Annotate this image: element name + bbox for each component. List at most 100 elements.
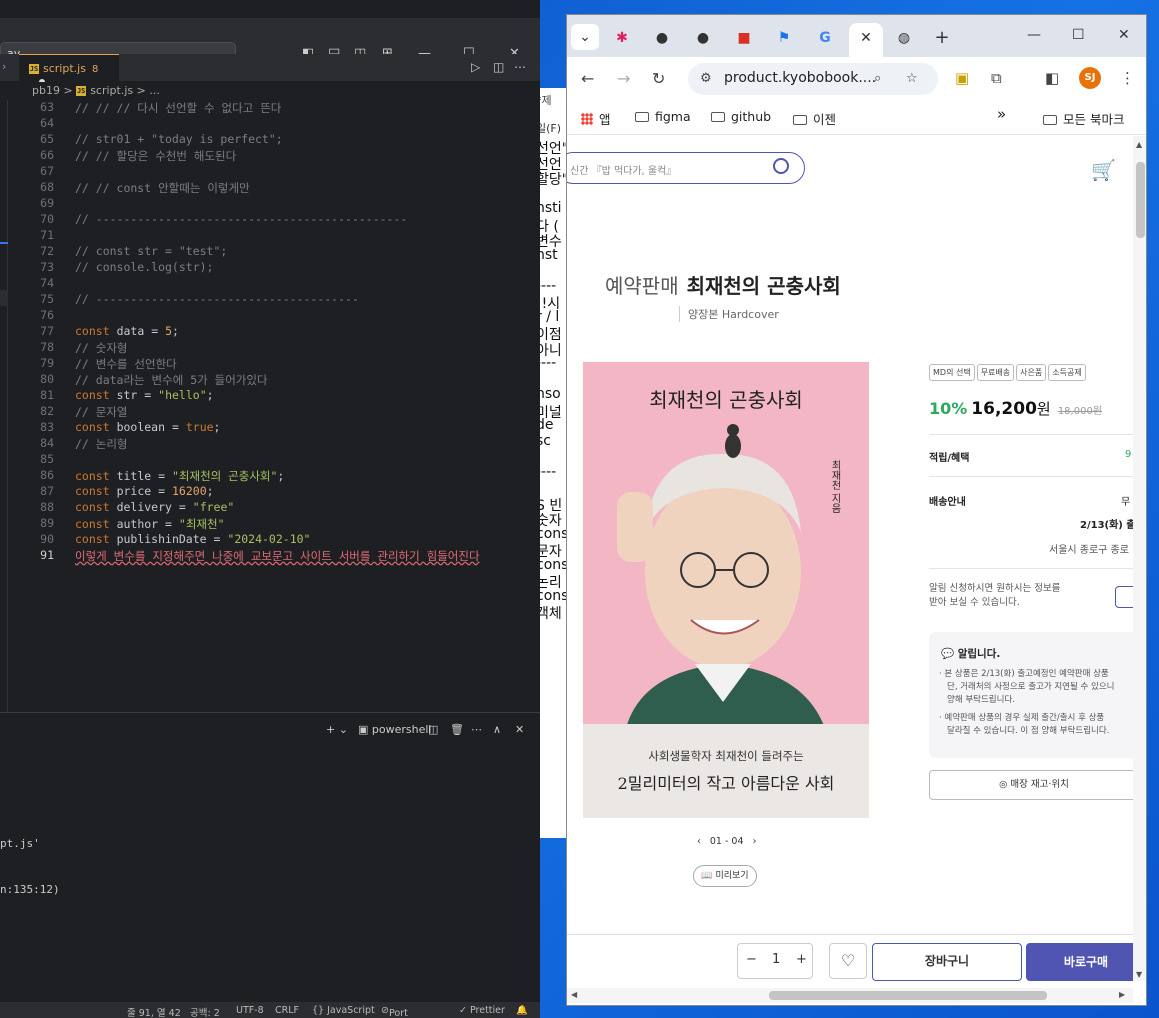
notepad-line: de (540, 417, 554, 433)
notice-box: 💬 알립니다. · 본 상품은 2/13(화) 출고예정인 예약판매 상품 단,… (929, 632, 1133, 758)
wishlist-heart-icon[interactable]: ♡ (829, 943, 867, 979)
notepad-menu[interactable]: 일(F) (540, 120, 561, 136)
buy-now-button[interactable]: 바로구매 (1026, 943, 1133, 981)
all-bookmarks[interactable]: 모든 북마크 (1043, 109, 1124, 128)
tab-slack-icon[interactable]: ✱ (607, 25, 637, 51)
scroll-up-icon[interactable]: ▲ (1136, 140, 1142, 149)
back-icon[interactable]: ← (581, 69, 594, 88)
scroll-left-icon[interactable]: ◀ (571, 990, 577, 999)
horizontal-scrollbar[interactable]: ◀ ▶ (567, 988, 1133, 1003)
prev-image-icon[interactable]: ‹ (697, 836, 701, 847)
code-line: 85 (40, 452, 54, 466)
vertical-scrollbar[interactable]: ▲ ▼ (1133, 136, 1146, 981)
notice-item: 단, 거래처의 사정으로 출고가 지연될 수 있으니 (947, 682, 1115, 692)
reload-icon[interactable]: ↻ (652, 69, 665, 88)
scroll-right-icon[interactable]: ▶ (1119, 990, 1125, 999)
alarm-bell-button[interactable] (1115, 586, 1133, 608)
close-panel-icon[interactable]: ✕ (515, 723, 524, 736)
side-panel-icon[interactable]: ◧ (1045, 69, 1059, 87)
kill-terminal-icon[interactable]: 🗑 (450, 723, 464, 736)
breadcrumb-file[interactable]: script.js (90, 84, 133, 97)
notice-item: · 예약판매 상품의 경우 실제 출간/출시 후 상품 (939, 713, 1105, 723)
minus-icon[interactable]: − (746, 952, 757, 967)
delivery-address[interactable]: 서울시 종로구 종로 (1049, 541, 1129, 556)
terminal-output-line: pt.js' (0, 837, 40, 850)
code-line: 64 (40, 116, 54, 130)
price-row: 10% 16,200원 18,000원 (929, 398, 1102, 419)
extension-icon[interactable]: ▣ (955, 69, 969, 87)
tab-close-icon[interactable]: ✕ (849, 23, 883, 57)
run-icon[interactable]: ▷ (471, 60, 480, 74)
status-prettier[interactable]: ✓ Prettier (459, 1005, 505, 1016)
status-live-server-port[interactable]: ⊘ Port : 5500 (381, 1005, 408, 1018)
split-terminal-icon[interactable]: ◫ (428, 723, 438, 736)
badge: 무료배송 (976, 364, 1015, 381)
status-language[interactable]: {} JavaScript (312, 1005, 375, 1016)
book-cover-image[interactable]: 최재천의 곤충사회 최재천 지음 사회생물학자 최재천이 들려주는 2밀리미터의… (583, 362, 869, 818)
bookmark-figma[interactable]: figma (635, 109, 691, 124)
badge: 사은품 (1016, 364, 1047, 381)
new-terminal-icon[interactable]: + ⌄ (326, 723, 348, 736)
cart-icon[interactable]: 🛒 (1091, 158, 1116, 182)
scrollbar-thumb[interactable] (1136, 162, 1145, 238)
store-stock-button[interactable]: ◎ 매장 재고·위치 (929, 770, 1133, 800)
status-eol[interactable]: CRLF (275, 1005, 299, 1016)
tab-github-icon[interactable]: ● (688, 25, 718, 51)
code-line: 90 const publishinDate = "2024-02-10" (40, 532, 311, 546)
cover-bottom-band: 사회생물학자 최재천이 들려주는 2밀리미터의 작고 아름다운 사회 (583, 724, 869, 818)
extensions-puzzle-icon[interactable]: ⧉ (991, 69, 1002, 87)
add-to-cart-button[interactable]: 장바구니 (872, 943, 1022, 981)
breadcrumb-folder[interactable]: pb19 (32, 84, 60, 97)
plus-icon[interactable]: + (796, 952, 807, 967)
site-search-input[interactable]: 신간 『밥 먹다가, 울컥』 (567, 152, 805, 184)
delivery-value: 무 (1121, 497, 1131, 508)
new-tab-icon[interactable]: + (927, 25, 957, 51)
bookmark-apps[interactable]: 앱 (581, 109, 611, 128)
zoom-icon[interactable]: ⌕ (874, 71, 881, 86)
tab-script-js[interactable]: JS script.js 8 (19, 54, 119, 85)
terminal-more-icon[interactable]: ⋯ (471, 723, 482, 736)
address-bar[interactable]: ⚙ product.kyobobook.... ⌕ ☆ (688, 63, 938, 95)
search-icon[interactable] (773, 158, 789, 174)
split-editor-icon[interactable]: ◫ (493, 60, 504, 74)
tab-globe-icon[interactable]: ◍ (889, 25, 919, 51)
code-editor[interactable]: 63// // // 다시 선언할 수 없다고 뜬다 64 65// str01… (0, 100, 540, 712)
scrollbar-thumb[interactable] (769, 991, 1047, 1000)
tab-github-icon[interactable]: ● (647, 25, 677, 51)
notifications-bell-icon[interactable]: 🔔 (516, 1005, 528, 1016)
status-cursor-position[interactable]: 줄 91, 열 42 (127, 1005, 181, 1018)
profile-avatar[interactable]: SJ (1079, 67, 1101, 89)
scroll-down-icon[interactable]: ▼ (1136, 970, 1142, 979)
tab-flag-icon[interactable]: ⚑ (769, 25, 799, 51)
more-actions-icon[interactable]: ⋯ (514, 60, 526, 74)
bookmarks-overflow-icon[interactable]: » (997, 105, 1006, 123)
bookmark-ijen[interactable]: 이젠 (793, 109, 836, 128)
code-line: 77 const data = 5; (40, 324, 179, 338)
terminal-shell-label[interactable]: ▣ powershell (358, 723, 431, 736)
discount-rate: 10% (929, 399, 968, 418)
maximize-icon[interactable]: ☐ (1072, 27, 1085, 43)
tab-app-icon[interactable]: ■ (729, 25, 759, 51)
minimize-icon[interactable]: — (1027, 27, 1041, 43)
preview-button[interactable]: 📖 미리보기 (693, 865, 757, 887)
status-indentation[interactable]: 공백: 2 (190, 1005, 220, 1018)
site-info-icon[interactable]: ⚙ (700, 71, 712, 86)
tab-search-icon[interactable]: ⌄ (571, 24, 599, 50)
next-image-icon[interactable]: › (753, 836, 757, 847)
terminal-panel[interactable]: + ⌄ ▣ powershell ◫ 🗑 ⋯ ∧ ✕ pt.js' n:135:… (0, 712, 540, 1002)
quantity-value[interactable]: 1 (772, 952, 780, 967)
tab-google-icon[interactable]: G (810, 25, 840, 51)
bookmark-github[interactable]: github (711, 109, 771, 124)
notepad-window-sliver[interactable]: *제 일(F) 선언"선언할당"nsti다 (변수nst----!!시r / l… (540, 88, 568, 838)
folder-icon (711, 112, 725, 122)
notice-item: · 본 상품은 2/13(화) 출고예정인 예약판매 상품 (939, 669, 1109, 679)
close-icon[interactable]: ✕ (1118, 27, 1130, 43)
quantity-stepper[interactable]: − 1 + (737, 943, 813, 979)
bookmark-star-icon[interactable]: ☆ (906, 71, 918, 86)
notepad-line: r / l (540, 308, 560, 325)
code-line: 88 const delivery = "free" (40, 500, 235, 514)
maximize-panel-icon[interactable]: ∧ (493, 723, 501, 736)
forward-icon[interactable]: → (617, 69, 630, 88)
status-encoding[interactable]: UTF-8 (236, 1005, 264, 1016)
chrome-menu-icon[interactable]: ⋮ (1120, 69, 1135, 87)
